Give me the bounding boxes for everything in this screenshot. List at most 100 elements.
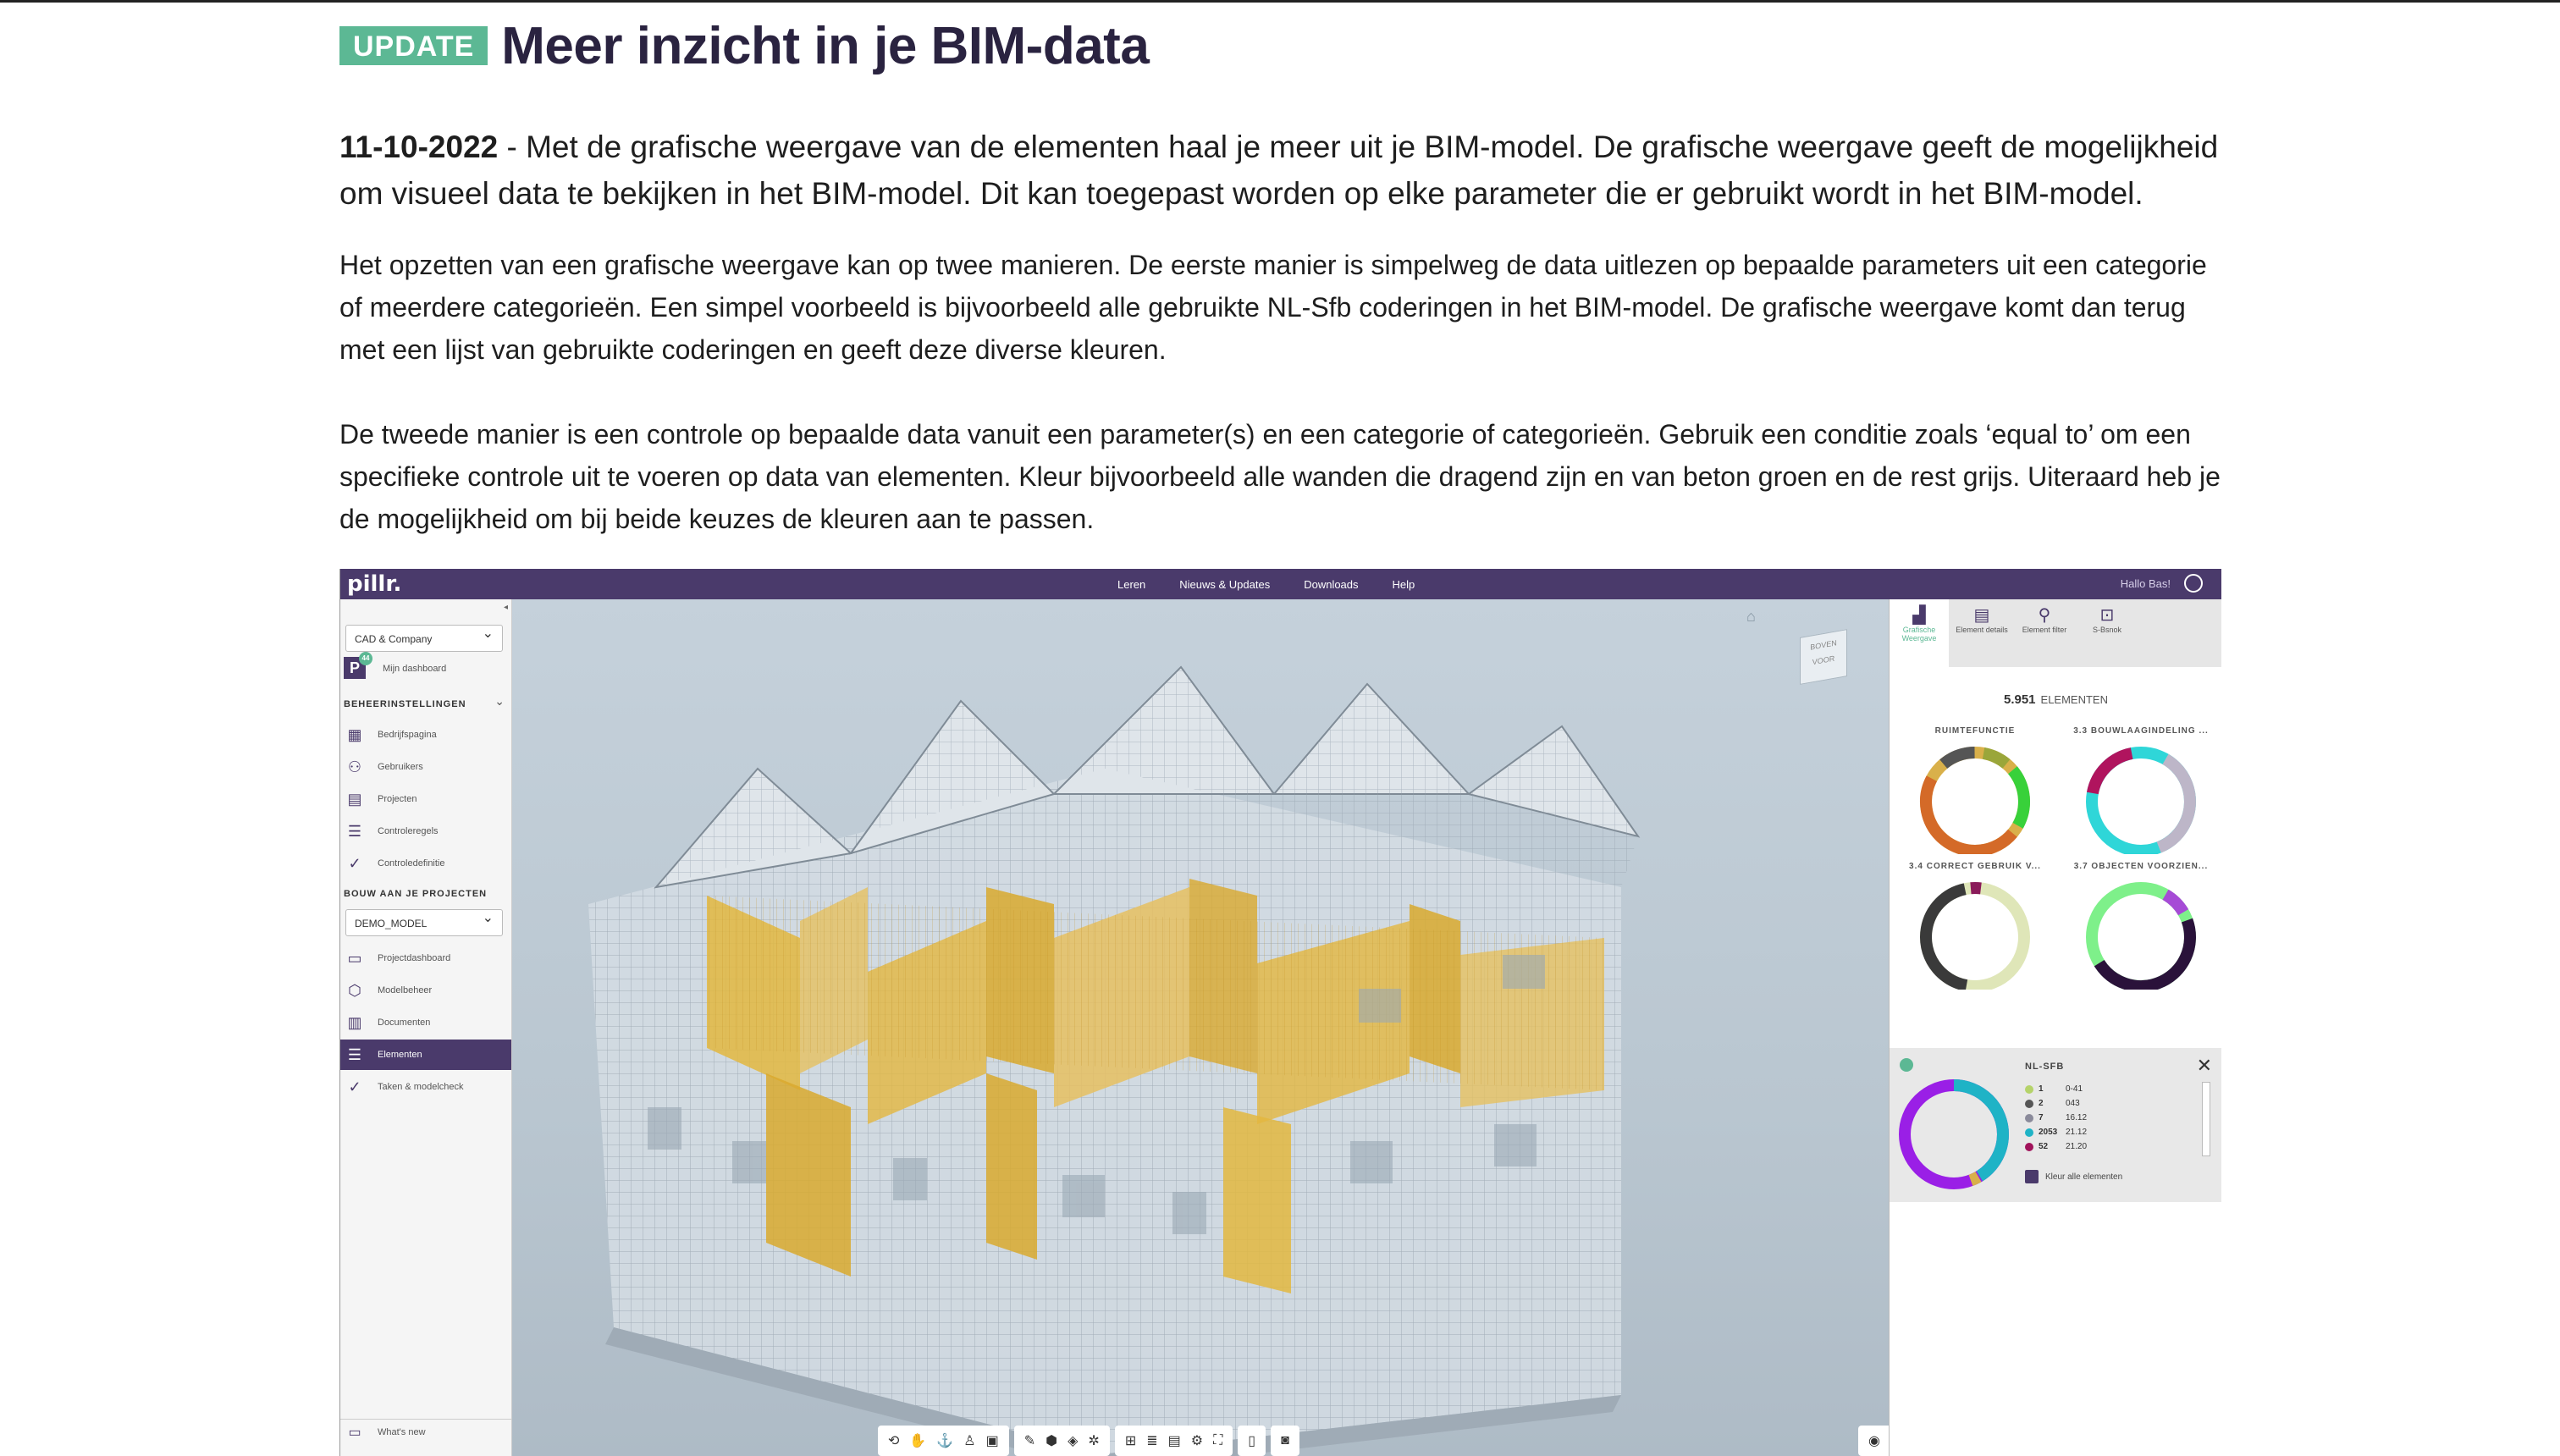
legend-row[interactable]: 7 16.12: [2025, 1111, 2203, 1125]
nav-cube[interactable]: BOVEN VOOR: [1800, 629, 1847, 685]
hierarchy-icon[interactable]: ⊞: [1125, 1432, 1136, 1449]
anchor-icon[interactable]: ⚓: [936, 1432, 953, 1449]
kleur-alle-elementen[interactable]: Kleur alle elementen: [2025, 1170, 2122, 1183]
sidebar-item-gebruikers[interactable]: ⚇ Gebruikers: [340, 752, 511, 782]
chart-correct-gebruik[interactable]: 3.4 CORRECT GEBRUIK V...: [1895, 862, 2055, 997]
company-select[interactable]: CAD & Company: [345, 620, 503, 652]
nav-leren[interactable]: Leren: [1117, 578, 1145, 591]
tab-element-details[interactable]: ▤ Element details: [1952, 599, 2011, 667]
legend-row[interactable]: 52 21.20: [2025, 1139, 2203, 1154]
camera-icon[interactable]: ▣: [986, 1432, 999, 1449]
chart-icon: ▟: [1912, 606, 1926, 625]
fullscreen-icon[interactable]: ⛶: [1213, 1433, 1222, 1448]
nlsfb-title: NL-SFB: [2025, 1062, 2065, 1072]
nav-help[interactable]: Help: [1393, 578, 1415, 591]
chart-ruimtefunctie[interactable]: RUIMTEFUNCTIE: [1895, 726, 2055, 862]
sidebar-item-dashboard[interactable]: Mijn dashboard: [383, 664, 446, 674]
stack-icon[interactable]: ≣: [1146, 1432, 1157, 1449]
tab-grafische-weergave[interactable]: ▟ Grafische Weergave: [1890, 599, 1949, 667]
properties-icon[interactable]: ▤: [1168, 1432, 1181, 1449]
legend-row[interactable]: 2 043: [2025, 1096, 2203, 1111]
eye-icon[interactable]: ◉: [1868, 1432, 1880, 1449]
chart-title: 3.7 OBJECTEN VOORZIEN...: [2073, 862, 2209, 871]
chat-icon: ▭: [348, 1426, 361, 1440]
legend-row[interactable]: 2053 21.12: [2025, 1125, 2203, 1139]
chevron-down-icon[interactable]: ⌄: [494, 694, 505, 709]
element-count-label: ELEMENTEN: [2040, 693, 2108, 706]
map-icon[interactable]: ▯: [1248, 1432, 1255, 1449]
legend-scrollbar[interactable]: [2202, 1082, 2210, 1156]
briefcase-icon: ▤: [347, 790, 362, 808]
home-icon[interactable]: ⌂: [1746, 608, 1756, 626]
top-border: [0, 0, 2560, 3]
checkbox[interactable]: [2025, 1170, 2039, 1183]
article-lead: 11-10-2022 - Met de grafische weergave v…: [339, 124, 2221, 217]
legend-key: 52: [2039, 1142, 2049, 1151]
legend-value: 16.12: [2066, 1113, 2088, 1122]
settings-cluster-icon[interactable]: ✲: [1088, 1432, 1099, 1449]
sidebar-item-elementen[interactable]: ☰ Elementen: [340, 1040, 511, 1070]
donut-chart: [1920, 747, 2030, 857]
app-logo[interactable]: pillr.: [347, 571, 401, 597]
sidebar-item-bedrijfspagina[interactable]: ▦ Bedrijfspagina: [340, 720, 511, 750]
measure-icon[interactable]: ✎: [1024, 1432, 1035, 1449]
check-icon: ✓: [348, 1078, 361, 1095]
top-nav: Leren Nieuws & Updates Downloads Help: [1117, 569, 1415, 599]
nav-downloads[interactable]: Downloads: [1304, 578, 1358, 591]
pillr-logo-icon: P 44: [344, 652, 372, 679]
layers-icon: ☰: [347, 1045, 362, 1063]
section-box-icon[interactable]: ⬢: [1046, 1432, 1057, 1449]
article-paragraph-1: Het opzetten van een grafische weergave …: [339, 250, 2207, 365]
toolbar-group-model: ⊞ ≣ ▤ ⚙ ⛶: [1114, 1426, 1233, 1456]
sidebar-item-controledefinitie[interactable]: ✓ Controledefinitie: [340, 848, 511, 879]
legend-row[interactable]: 1 0-41: [2025, 1082, 2203, 1096]
building-icon: ▦: [347, 725, 362, 743]
section-beheerinstellingen[interactable]: BEHEERINSTELLINGEN: [344, 699, 466, 709]
article-lead-text: - Met de grafische weergave van de eleme…: [339, 130, 2219, 211]
donut-chart: [2086, 882, 2196, 992]
sidebar-item-label: Controledefinitie: [378, 858, 445, 869]
sidebar-item-controleregels[interactable]: ☰ Controleregels: [340, 816, 511, 847]
check-shield-icon: ✓: [348, 854, 361, 872]
donut-chart: [1920, 882, 2030, 992]
sidebar-item-projecten[interactable]: ▤ Projecten: [340, 784, 511, 814]
legend-key: 1: [2039, 1084, 2044, 1094]
layers-icon[interactable]: ◈: [1068, 1432, 1078, 1449]
dashboard-icon: ▭: [347, 949, 362, 967]
tab-s-bsnok[interactable]: ⊡ S-Bsnok: [2077, 599, 2137, 667]
user-avatar-icon[interactable]: [2184, 574, 2203, 593]
whats-new[interactable]: ▭ What's new: [340, 1419, 511, 1445]
article-date: 11-10-2022: [339, 130, 499, 164]
whats-new-label: What's new: [378, 1427, 426, 1437]
sidebar-item-projectdashboard[interactable]: ▭ Projectdashboard: [340, 943, 511, 973]
screenshot-icon[interactable]: ◙: [1281, 1433, 1289, 1448]
sidebar-item-taken[interactable]: ✓ Taken & modelcheck: [340, 1072, 511, 1102]
article-paragraph-2: De tweede manier is een controle op bepa…: [339, 419, 2221, 534]
close-icon[interactable]: ✕: [2197, 1055, 2212, 1077]
bottom-toolbar: ⟲ ✋ ⚓ ♙ ▣ ✎ ⬢ ◈ ✲ ⊞ ≣ ▤ ⚙ ⛶ ▯ ◙: [878, 1426, 1299, 1456]
cube-top-label: BOVEN: [1810, 638, 1837, 652]
legend-swatch: [2025, 1113, 2033, 1122]
chart-bouwlaagindeling[interactable]: 3.3 BOUWLAAGINDELING ...: [2061, 726, 2221, 862]
filter-icon: ⚲: [2038, 606, 2051, 625]
tab-element-filter[interactable]: ⚲ Element filter: [2015, 599, 2074, 667]
cube-icon: ⬡: [348, 981, 361, 999]
legend-swatch: [2025, 1084, 2033, 1094]
gear-icon[interactable]: ⚙: [1191, 1432, 1203, 1449]
donut-chart: [2086, 747, 2196, 857]
walk-icon[interactable]: ♙: [963, 1432, 975, 1449]
3d-viewport[interactable]: ⌂ BOVEN VOOR ⟲ ✋ ⚓ ♙ ▣ ✎ ⬢ ◈ ✲ ⊞ ≣ ▤ ⚙ ⛶: [512, 599, 1912, 1456]
document-icon: ▥: [347, 1013, 362, 1031]
app-topbar: pillr. Leren Nieuws & Updates Downloads …: [340, 569, 2221, 599]
pan-hand-icon[interactable]: ✋: [909, 1432, 926, 1449]
orbit-icon[interactable]: ⟲: [888, 1432, 899, 1449]
sidebar-item-documenten[interactable]: ▥ Documenten: [340, 1007, 511, 1038]
sidebar-item-modelbeheer[interactable]: ⬡ Modelbeheer: [340, 975, 511, 1006]
nav-nieuws-updates[interactable]: Nieuws & Updates: [1179, 578, 1270, 591]
collapse-left-icon[interactable]: ◂: [504, 603, 508, 612]
model-select[interactable]: DEMO_MODEL: [345, 905, 503, 936]
chart-objecten-voorzien[interactable]: 3.7 OBJECTEN VOORZIEN...: [2061, 862, 2221, 997]
legend-swatch: [2025, 1142, 2033, 1151]
sidebar-item-label: Controleregels: [378, 826, 439, 836]
sidebar-item-label: Projectdashboard: [378, 953, 451, 963]
